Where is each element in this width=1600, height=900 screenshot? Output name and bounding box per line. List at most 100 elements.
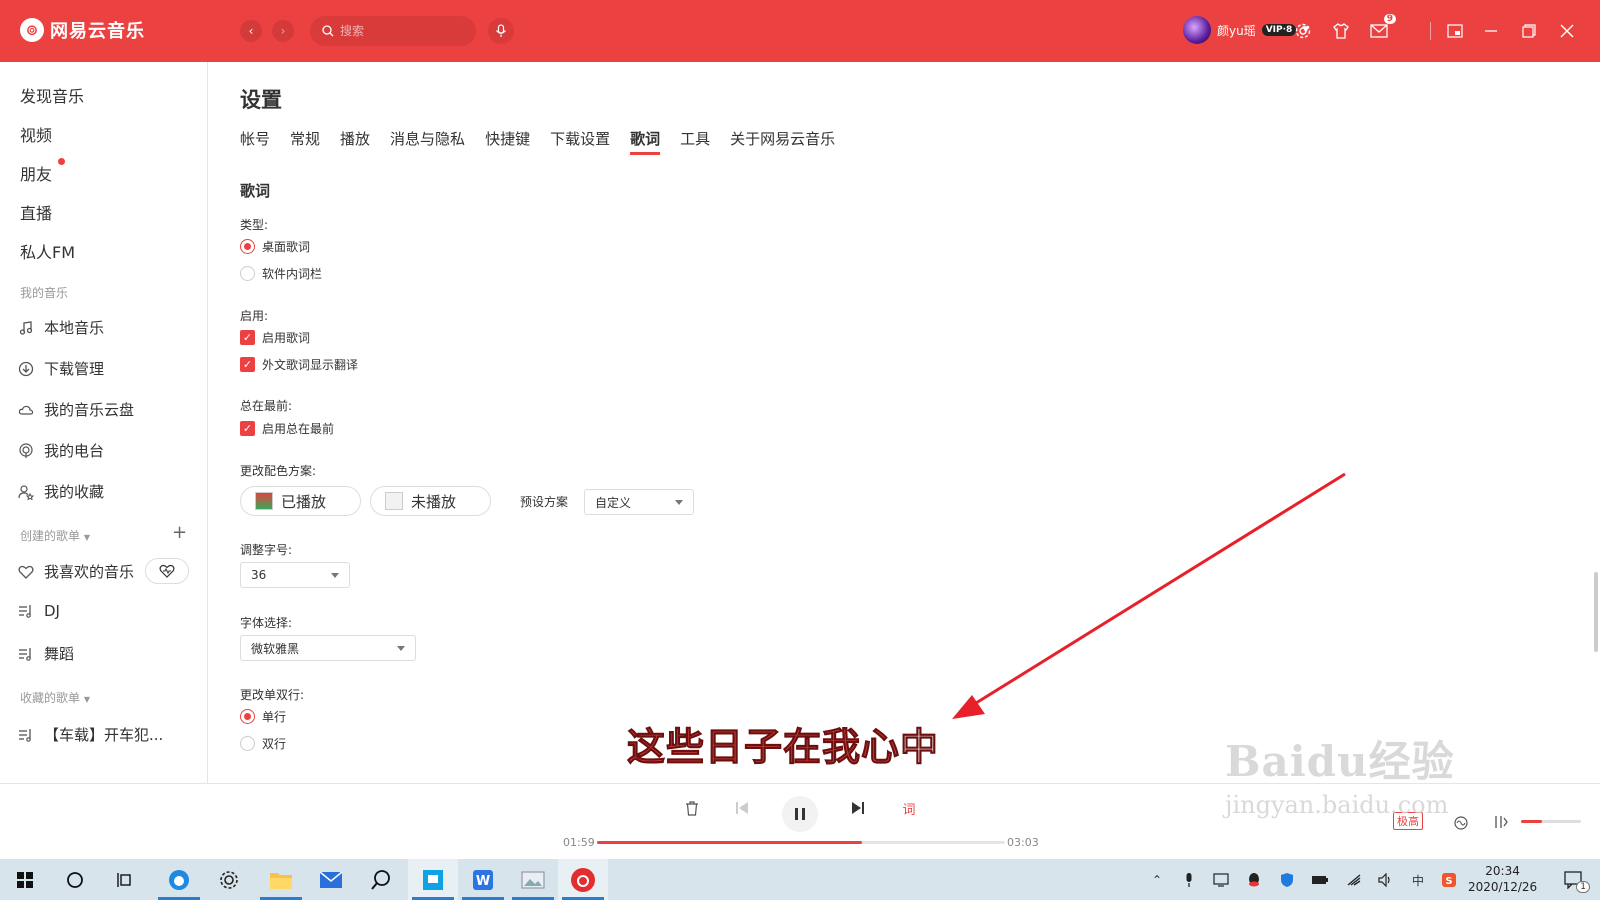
sidebar-item-friends[interactable]: 朋友 bbox=[20, 158, 65, 185]
checkbox-enable-lyrics[interactable]: ✓ 启用歌词 bbox=[240, 329, 310, 346]
heart-mode-button[interactable] bbox=[145, 558, 189, 584]
font-family-select[interactable]: 微软雅黑 bbox=[240, 635, 416, 661]
start-button[interactable] bbox=[0, 859, 50, 900]
scrollbar[interactable] bbox=[1594, 572, 1598, 652]
sidebar-item-playlist-dj[interactable]: DJ bbox=[18, 602, 60, 620]
sidebar-item-live[interactable]: 直播 bbox=[20, 200, 52, 224]
volume-slider[interactable] bbox=[1521, 820, 1581, 823]
show-hidden-icons[interactable]: ⌃ bbox=[1148, 871, 1166, 889]
sidebar-item-playlist-dance[interactable]: 舞蹈 bbox=[18, 643, 74, 664]
user-profile[interactable]: 颜yu瑶 VIP·8 ▼ bbox=[1183, 16, 1309, 44]
playlist-button[interactable] bbox=[1489, 810, 1513, 834]
checkmark-icon[interactable]: ✓ bbox=[240, 357, 255, 372]
app-name: 网易云音乐 bbox=[50, 21, 145, 42]
checkbox-always-on-top[interactable]: ✓ 启用总在最前 bbox=[240, 420, 334, 437]
netease-logo-icon: ⊚ bbox=[20, 18, 44, 42]
sidebar-item-cloud[interactable]: 我的音乐云盘 bbox=[18, 399, 134, 420]
sidebar-item-downloads[interactable]: 下载管理 bbox=[18, 358, 104, 379]
pause-button[interactable] bbox=[782, 796, 818, 832]
sidebar-item-discover[interactable]: 发现音乐 bbox=[20, 83, 84, 107]
taskbar-wps[interactable]: W bbox=[458, 859, 508, 900]
action-center-button[interactable]: 1 bbox=[1562, 871, 1590, 893]
taskbar-clock[interactable]: 20:34 2020/12/26 bbox=[1468, 863, 1537, 895]
next-button[interactable] bbox=[846, 796, 870, 820]
messages-button[interactable]: 9 bbox=[1368, 14, 1396, 42]
radio-selected[interactable] bbox=[240, 709, 255, 724]
radio-double-line[interactable]: 双行 bbox=[240, 735, 286, 752]
taskbar-edge[interactable] bbox=[154, 859, 204, 900]
sidebar-item-collection[interactable]: 我的收藏 bbox=[18, 481, 104, 502]
input-method-indicator[interactable]: 中 bbox=[1409, 871, 1427, 889]
taskbar-search-app[interactable] bbox=[356, 859, 406, 900]
close-button[interactable] bbox=[1556, 20, 1578, 42]
taskbar-file-explorer[interactable] bbox=[256, 859, 306, 900]
taskbar-mail[interactable] bbox=[306, 859, 356, 900]
add-playlist-button[interactable]: + bbox=[172, 522, 187, 543]
sidebar-item-radio[interactable]: 我的电台 bbox=[18, 440, 104, 461]
taskbar-app-blue[interactable] bbox=[408, 859, 458, 900]
radio-unselected[interactable] bbox=[240, 736, 255, 751]
volume-icon[interactable] bbox=[1377, 871, 1395, 889]
tab-general[interactable]: 常规 bbox=[290, 128, 320, 155]
cortana-button[interactable] bbox=[50, 859, 100, 900]
checkmark-icon[interactable]: ✓ bbox=[240, 330, 255, 345]
taskbar-settings[interactable] bbox=[204, 859, 254, 900]
forward-button[interactable]: › bbox=[272, 20, 294, 42]
sidebar-item-playlist-car[interactable]: 【车载】开车犯... bbox=[18, 724, 163, 745]
option-label: 外文歌词显示翻译 bbox=[262, 358, 359, 372]
sound-effect-button[interactable] bbox=[1451, 810, 1475, 834]
tab-privacy[interactable]: 消息与隐私 bbox=[390, 128, 465, 155]
radio-selected[interactable] bbox=[240, 239, 255, 254]
skin-button[interactable] bbox=[1330, 20, 1352, 42]
radio-desktop-lyrics[interactable]: 桌面歌词 bbox=[240, 238, 310, 255]
section-collected-playlists[interactable]: 收藏的歌单 ▼ bbox=[20, 689, 90, 706]
tab-lyrics[interactable]: 歌词 bbox=[630, 128, 661, 155]
played-color-button[interactable]: 已播放 bbox=[240, 486, 361, 516]
microphone-icon[interactable] bbox=[1180, 871, 1198, 889]
lyric-toggle-button[interactable]: 词 bbox=[897, 796, 921, 820]
username[interactable]: 颜yu瑶 bbox=[1217, 22, 1256, 39]
trash-button[interactable] bbox=[680, 796, 704, 820]
progress-bar[interactable] bbox=[597, 841, 1005, 844]
avatar[interactable] bbox=[1183, 16, 1211, 44]
desktop-lyric[interactable]: 这些日子在我心中 bbox=[626, 716, 939, 771]
search-input[interactable] bbox=[340, 24, 460, 38]
radio-unselected[interactable] bbox=[240, 266, 255, 281]
settings-button[interactable] bbox=[1292, 20, 1314, 42]
taskbar-netease-music[interactable] bbox=[558, 859, 608, 900]
wifi-icon[interactable] bbox=[1345, 871, 1363, 889]
task-view-button[interactable] bbox=[100, 859, 150, 900]
sidebar-item-video[interactable]: 视频 bbox=[20, 122, 52, 146]
taskbar-photos[interactable] bbox=[508, 859, 558, 900]
back-button[interactable]: ‹ bbox=[240, 20, 262, 42]
checkmark-icon[interactable]: ✓ bbox=[240, 421, 255, 436]
tab-account[interactable]: 帐号 bbox=[240, 128, 270, 155]
app-logo[interactable]: ⊚ 网易云音乐 bbox=[20, 17, 145, 43]
checkbox-show-translation[interactable]: ✓ 外文歌词显示翻译 bbox=[240, 356, 358, 373]
tab-tools[interactable]: 工具 bbox=[680, 128, 710, 155]
mini-mode-button[interactable] bbox=[1444, 20, 1466, 42]
unplayed-color-button[interactable]: 未播放 bbox=[370, 486, 491, 516]
previous-button[interactable] bbox=[730, 796, 754, 820]
font-size-select[interactable]: 36 bbox=[240, 562, 350, 588]
search-box[interactable] bbox=[310, 16, 476, 46]
battery-icon[interactable] bbox=[1311, 871, 1329, 889]
tab-shortcuts[interactable]: 快捷键 bbox=[485, 128, 530, 155]
section-created-playlists[interactable]: 创建的歌单 ▼ bbox=[20, 527, 90, 544]
tab-download[interactable]: 下载设置 bbox=[550, 128, 610, 155]
tab-playback[interactable]: 播放 bbox=[340, 128, 370, 155]
display-icon[interactable] bbox=[1212, 871, 1230, 889]
qq-icon[interactable] bbox=[1245, 871, 1263, 889]
preset-select[interactable]: 自定义 bbox=[584, 489, 694, 515]
security-shield-icon[interactable] bbox=[1278, 871, 1296, 889]
voice-search-button[interactable] bbox=[488, 18, 514, 44]
tab-about[interactable]: 关于网易云音乐 bbox=[730, 128, 835, 155]
sidebar-item-liked[interactable]: 我喜欢的音乐 bbox=[18, 561, 134, 582]
sogou-input-icon[interactable]: S bbox=[1440, 871, 1458, 889]
radio-single-line[interactable]: 单行 bbox=[240, 708, 286, 725]
maximize-button[interactable] bbox=[1518, 20, 1540, 42]
minimize-button[interactable] bbox=[1480, 20, 1502, 42]
radio-inapp-lyrics[interactable]: 软件内词栏 bbox=[240, 265, 322, 282]
sidebar-item-fm[interactable]: 私人FM bbox=[20, 239, 75, 263]
sidebar-item-local-music[interactable]: 本地音乐 bbox=[18, 317, 104, 338]
